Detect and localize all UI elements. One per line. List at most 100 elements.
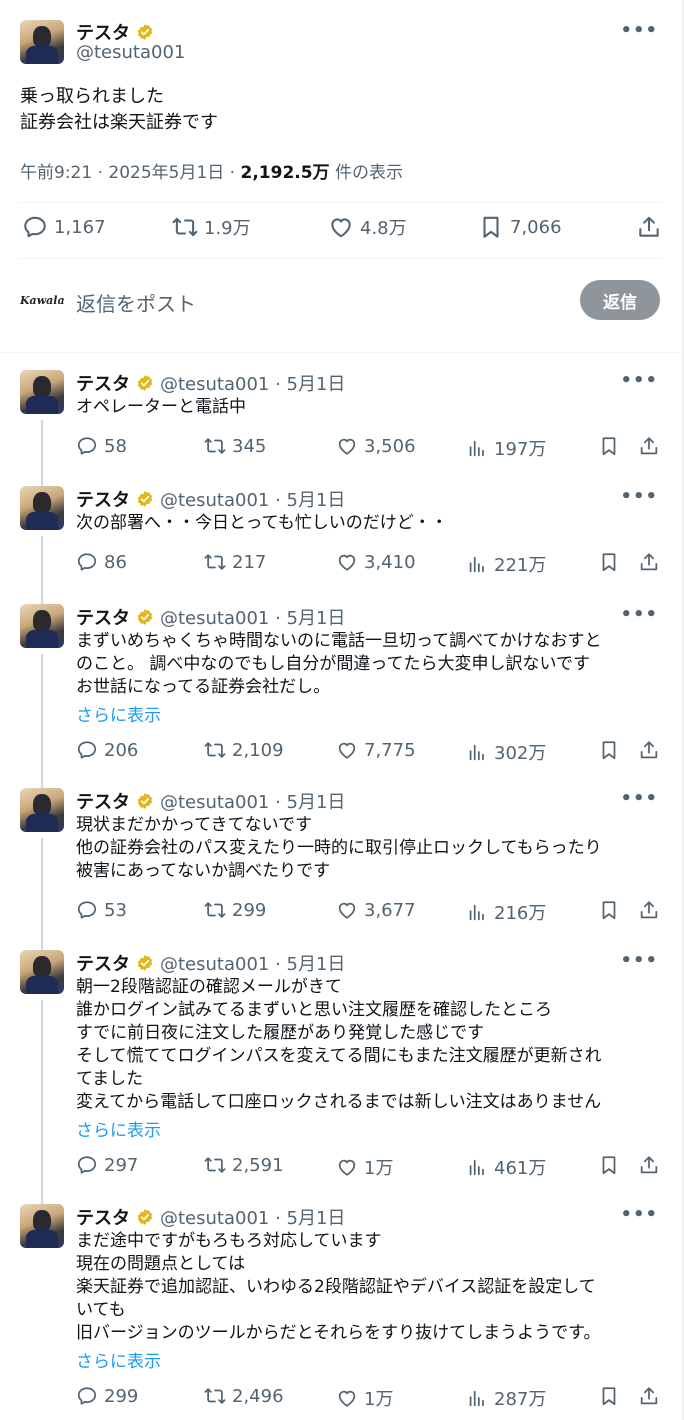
post-meta: 午前9:21 · 2025年5月1日 · 2,192.5万 件の表示 (20, 158, 403, 183)
author-handle-date[interactable]: @tesuta001 · 5月1日 (160, 788, 345, 814)
repost-arrows-icon (172, 217, 198, 237)
author-name[interactable]: テスタ (76, 486, 130, 512)
like-button[interactable]: 3,506 (336, 435, 416, 457)
reply-count: 58 (104, 435, 127, 457)
show-more-link[interactable]: さらに表示 (76, 1116, 161, 1141)
author-name[interactable]: テスタ (76, 1204, 130, 1230)
share-button[interactable] (638, 1154, 660, 1180)
reply-header: テスタ @tesuta001 · 5月1日 (76, 370, 345, 396)
repost-button[interactable]: 299 (204, 899, 266, 921)
reply-header: テスタ @tesuta001 · 5月1日 (76, 604, 345, 630)
heart-icon (338, 742, 356, 759)
share-button[interactable] (638, 1385, 660, 1411)
bookmark-button[interactable]: 7,066 (478, 214, 562, 240)
repost-button[interactable]: 1.9万 (172, 214, 251, 240)
more-dots-icon[interactable]: ••• (620, 1204, 658, 1225)
author-handle-date[interactable]: @tesuta001 · 5月1日 (160, 370, 345, 396)
repost-button[interactable]: 217 (204, 551, 266, 573)
like-button[interactable]: 1万 (336, 1385, 393, 1411)
reply-count: 299 (104, 1385, 139, 1407)
views-button[interactable]: 302万 (466, 739, 546, 765)
bookmark-button[interactable] (598, 739, 620, 765)
author-name[interactable]: テスタ (76, 950, 130, 976)
share-button[interactable] (638, 899, 660, 925)
avatar[interactable] (20, 20, 64, 64)
more-dots-icon[interactable]: ••• (620, 950, 658, 971)
share-upload-icon (640, 741, 658, 759)
reply-submit-button[interactable]: 返信 (580, 280, 660, 320)
show-more-link[interactable]: さらに表示 (76, 1347, 161, 1372)
author-handle-date[interactable]: @tesuta001 · 5月1日 (160, 604, 345, 630)
repost-button[interactable]: 345 (204, 435, 266, 457)
view-count: 221万 (494, 555, 547, 576)
reply-text: まずいめちゃくちゃ時間ないのに電話一旦切って調べてかけなおすと のこと。 調べ中… (76, 631, 602, 697)
more-dots-icon[interactable]: ••• (620, 604, 658, 625)
like-button[interactable]: 3,677 (336, 899, 416, 921)
like-button[interactable]: 4.8万 (328, 214, 407, 240)
bookmark-button[interactable] (598, 551, 620, 577)
author-handle-date[interactable]: @tesuta001 · 5月1日 (160, 486, 345, 512)
reply-input[interactable]: 返信をポスト (76, 288, 196, 317)
reply-button[interactable]: 206 (76, 739, 138, 761)
like-button[interactable]: 7,775 (336, 739, 416, 761)
more-dots-icon[interactable]: ••• (620, 788, 658, 809)
share-upload-icon (640, 553, 658, 571)
more-dots-icon[interactable]: ••• (620, 20, 658, 41)
avatar[interactable] (20, 370, 64, 414)
heart-icon (338, 1390, 356, 1407)
reply-button[interactable]: 86 (76, 551, 127, 573)
like-button[interactable]: 3,410 (336, 551, 416, 573)
author-handle-date[interactable]: @tesuta001 · 5月1日 (160, 950, 345, 976)
repost-arrows-icon (204, 902, 226, 918)
reply-button[interactable]: 58 (76, 435, 127, 457)
views-button[interactable]: 287万 (466, 1385, 546, 1411)
verified-badge-icon (137, 609, 153, 625)
repost-button[interactable]: 2,591 (204, 1154, 284, 1176)
author-name[interactable]: テスタ (76, 370, 130, 396)
share-button[interactable] (638, 739, 660, 765)
reply-count: 297 (104, 1154, 139, 1176)
views-button[interactable]: 221万 (466, 551, 546, 577)
verified-badge-icon (137, 24, 153, 40)
like-count: 3,506 (364, 435, 416, 457)
speech-bubble-icon (77, 901, 97, 919)
bookmark-button[interactable] (598, 1385, 620, 1411)
author-name[interactable]: テスタ (76, 604, 130, 630)
share-button[interactable] (638, 435, 660, 461)
like-button[interactable]: 1万 (336, 1154, 393, 1180)
bookmark-button[interactable] (598, 899, 620, 925)
share-button[interactable] (638, 551, 660, 577)
avatar[interactable] (20, 950, 64, 994)
author-handle-date[interactable]: @tesuta001 · 5月1日 (160, 1204, 345, 1230)
like-count: 3,410 (364, 551, 416, 573)
reply-button[interactable]: 1,167 (22, 214, 106, 240)
reply-header: テスタ @tesuta001 · 5月1日 (76, 788, 345, 814)
share-upload-icon (640, 1387, 658, 1405)
bookmark-button[interactable] (598, 435, 620, 461)
more-dots-icon[interactable]: ••• (620, 370, 658, 391)
avatar[interactable] (20, 486, 64, 530)
repost-count: 1.9万 (204, 218, 251, 239)
repost-button[interactable]: 2,109 (204, 739, 284, 761)
author-name[interactable]: テスタ (76, 788, 130, 814)
views-button[interactable]: 216万 (466, 899, 546, 925)
post-timestamp[interactable]: 午前9:21 · 2025年5月1日 · (20, 163, 241, 183)
avatar[interactable] (20, 788, 64, 832)
bookmark-icon (602, 741, 616, 760)
views-button[interactable]: 197万 (466, 435, 546, 461)
bookmark-button[interactable] (598, 1154, 620, 1180)
share-button[interactable] (636, 214, 662, 240)
reply-button[interactable]: 299 (76, 1385, 138, 1407)
reply-button[interactable]: 53 (76, 899, 127, 921)
view-count: 461万 (494, 1158, 547, 1179)
repost-button[interactable]: 2,496 (204, 1385, 284, 1407)
heart-icon (331, 218, 351, 238)
views-button[interactable]: 461万 (466, 1154, 546, 1180)
avatar[interactable] (20, 604, 64, 648)
author-handle[interactable]: @tesuta001 (76, 42, 185, 63)
show-more-link[interactable]: さらに表示 (76, 701, 161, 726)
reply-button[interactable]: 297 (76, 1154, 138, 1176)
avatar[interactable] (20, 1204, 64, 1248)
bar-chart-icon (469, 556, 484, 573)
more-dots-icon[interactable]: ••• (620, 486, 658, 507)
